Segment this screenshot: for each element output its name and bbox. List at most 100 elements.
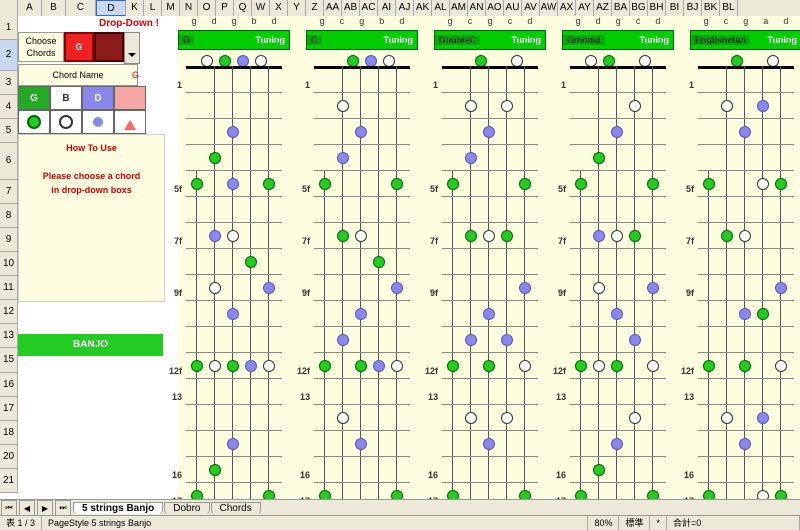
- row-header-4[interactable]: 4: [0, 95, 18, 119]
- row-header-20[interactable]: 20: [0, 445, 18, 469]
- row-header-13[interactable]: 13: [0, 324, 18, 348]
- fret-dot: [721, 230, 733, 242]
- col-header-W[interactable]: W: [252, 0, 270, 16]
- col-header-AC[interactable]: AC: [360, 0, 378, 16]
- tab-nav-first[interactable]: ⏮: [1, 500, 17, 516]
- col-header-BI[interactable]: BI: [666, 0, 684, 16]
- grid-area: Drop-Down ! Choose Chords G Chord Name G…: [18, 16, 800, 500]
- col-header-AB[interactable]: AB: [342, 0, 360, 16]
- status-zoom[interactable]: 80%: [588, 516, 619, 530]
- note-chips: G B D: [18, 86, 163, 110]
- col-header-BJ[interactable]: BJ: [684, 0, 702, 16]
- fret-dot: [337, 152, 349, 164]
- col-header-Z[interactable]: Z: [306, 0, 324, 16]
- sheet-tab-5-strings-banjo[interactable]: 5 strings Banjo: [73, 502, 163, 514]
- row-header-7[interactable]: 7: [0, 180, 18, 204]
- row-header-11[interactable]: 11: [0, 276, 18, 300]
- fret-dot: [391, 178, 403, 190]
- fret-dot: [501, 230, 513, 242]
- col-header-AZ[interactable]: AZ: [594, 0, 612, 16]
- row-header-10[interactable]: 10: [0, 252, 18, 276]
- chord-dropdown-button[interactable]: [124, 32, 140, 64]
- col-header-AJ[interactable]: AJ: [396, 0, 414, 16]
- col-header-AK[interactable]: AK: [414, 0, 432, 16]
- col-header-A[interactable]: A: [18, 0, 42, 16]
- sheet-tab-dobro[interactable]: Dobro: [164, 502, 209, 514]
- col-header-AL[interactable]: AL: [432, 0, 450, 16]
- tab-nav-next[interactable]: ▶: [37, 500, 53, 516]
- fret-dot: [647, 178, 659, 190]
- row-header-1[interactable]: 1: [0, 16, 18, 40]
- col-header-D[interactable]: D: [96, 0, 126, 16]
- fret-dot: [483, 230, 495, 242]
- fret-dot: [319, 360, 331, 372]
- row-header-15[interactable]: 15: [0, 348, 18, 373]
- col-header-AX[interactable]: AX: [558, 0, 576, 16]
- row-header-3[interactable]: 3: [0, 71, 18, 95]
- col-header-B[interactable]: B: [42, 0, 66, 16]
- col-header-AY[interactable]: AY: [576, 0, 594, 16]
- column-headers[interactable]: ABCDKLMNOPQWXYZAAABACAIAJAKALAMANAOAUAVA…: [0, 0, 800, 17]
- col-header-AW[interactable]: AW: [540, 0, 558, 16]
- row-header-8[interactable]: 8: [0, 204, 18, 228]
- col-header-AV[interactable]: AV: [522, 0, 540, 16]
- col-header-N[interactable]: N: [180, 0, 198, 16]
- fretboard-doublec: gcgcdDoubleCTuning15f7f9f12f131617: [434, 16, 546, 508]
- row-header-18[interactable]: 18: [0, 421, 18, 445]
- fret-dot: [209, 282, 221, 294]
- fret-dot: [209, 230, 221, 242]
- row-header-5[interactable]: 5: [0, 119, 18, 143]
- col-header-AO[interactable]: AO: [486, 0, 504, 16]
- col-header-O[interactable]: O: [198, 0, 216, 16]
- col-header-P[interactable]: P: [216, 0, 234, 16]
- fretboard-gmodal: gdgcdGmodalTuning15f7f9f12f131617: [562, 16, 674, 508]
- tab-nav-last[interactable]: ⏭: [55, 500, 71, 516]
- fret-dot: [593, 282, 605, 294]
- legend-green-circle: [18, 110, 50, 134]
- howto-box: How To Use Please choose a chord in drop…: [18, 134, 165, 302]
- tab-nav-prev[interactable]: ◀: [19, 500, 35, 516]
- fret-dot: [337, 412, 349, 424]
- row-headers[interactable]: 12345678910111213151617182021: [0, 16, 18, 493]
- fret-dot: [739, 308, 751, 320]
- col-header-AA[interactable]: AA: [324, 0, 342, 16]
- row-header-9[interactable]: 9: [0, 228, 18, 252]
- col-header-K[interactable]: K: [126, 0, 144, 16]
- col-header-AN[interactable]: AN: [468, 0, 486, 16]
- chord-name-row: Chord Name G: [18, 64, 163, 86]
- col-header-AU[interactable]: AU: [504, 0, 522, 16]
- col-header-BK[interactable]: BK: [702, 0, 720, 16]
- col-header-AI[interactable]: AI: [378, 0, 396, 16]
- col-header-BA[interactable]: BA: [612, 0, 630, 16]
- col-header-AM[interactable]: AM: [450, 0, 468, 16]
- chord-name-value: G: [132, 64, 139, 86]
- col-header-BG[interactable]: BG: [630, 0, 648, 16]
- col-header-L[interactable]: L: [144, 0, 162, 16]
- howto-line2: in drop-down boxs: [19, 183, 164, 197]
- howto-title: How To Use: [19, 141, 164, 155]
- row-header-2[interactable]: 2: [0, 40, 18, 71]
- chord-dropdown-value[interactable]: G: [64, 32, 94, 62]
- row-header-16[interactable]: 16: [0, 373, 18, 397]
- legend-white-circle: [50, 110, 82, 134]
- chip-g: G: [18, 86, 50, 110]
- chord-dropdown-empty[interactable]: [94, 32, 124, 62]
- col-header-BH[interactable]: BH: [648, 0, 666, 16]
- row-header-6[interactable]: 6: [0, 143, 18, 180]
- col-header-BL[interactable]: BL: [720, 0, 738, 16]
- fretboards-area: gdgbdGTuning15f7f9f12f131617gcgbdCTuning…: [178, 16, 800, 500]
- col-header-Q[interactable]: Q: [234, 0, 252, 16]
- legend-blue-circle: [82, 110, 114, 134]
- col-header-Y[interactable]: Y: [288, 0, 306, 16]
- col-header-M[interactable]: M: [162, 0, 180, 16]
- col-header-C[interactable]: C: [66, 0, 96, 16]
- col-header-corner[interactable]: [0, 0, 18, 16]
- row-header-21[interactable]: 21: [0, 469, 18, 493]
- sheet-tab-chords[interactable]: Chords: [211, 502, 261, 514]
- fret-dot: [373, 256, 385, 268]
- row-header-12[interactable]: 12: [0, 300, 18, 324]
- spreadsheet-window: ABCDKLMNOPQWXYZAAABACAIAJAKALAMANAOAUAVA…: [0, 0, 800, 530]
- row-header-17[interactable]: 17: [0, 397, 18, 421]
- fret-dot: [227, 438, 239, 450]
- col-header-X[interactable]: X: [270, 0, 288, 16]
